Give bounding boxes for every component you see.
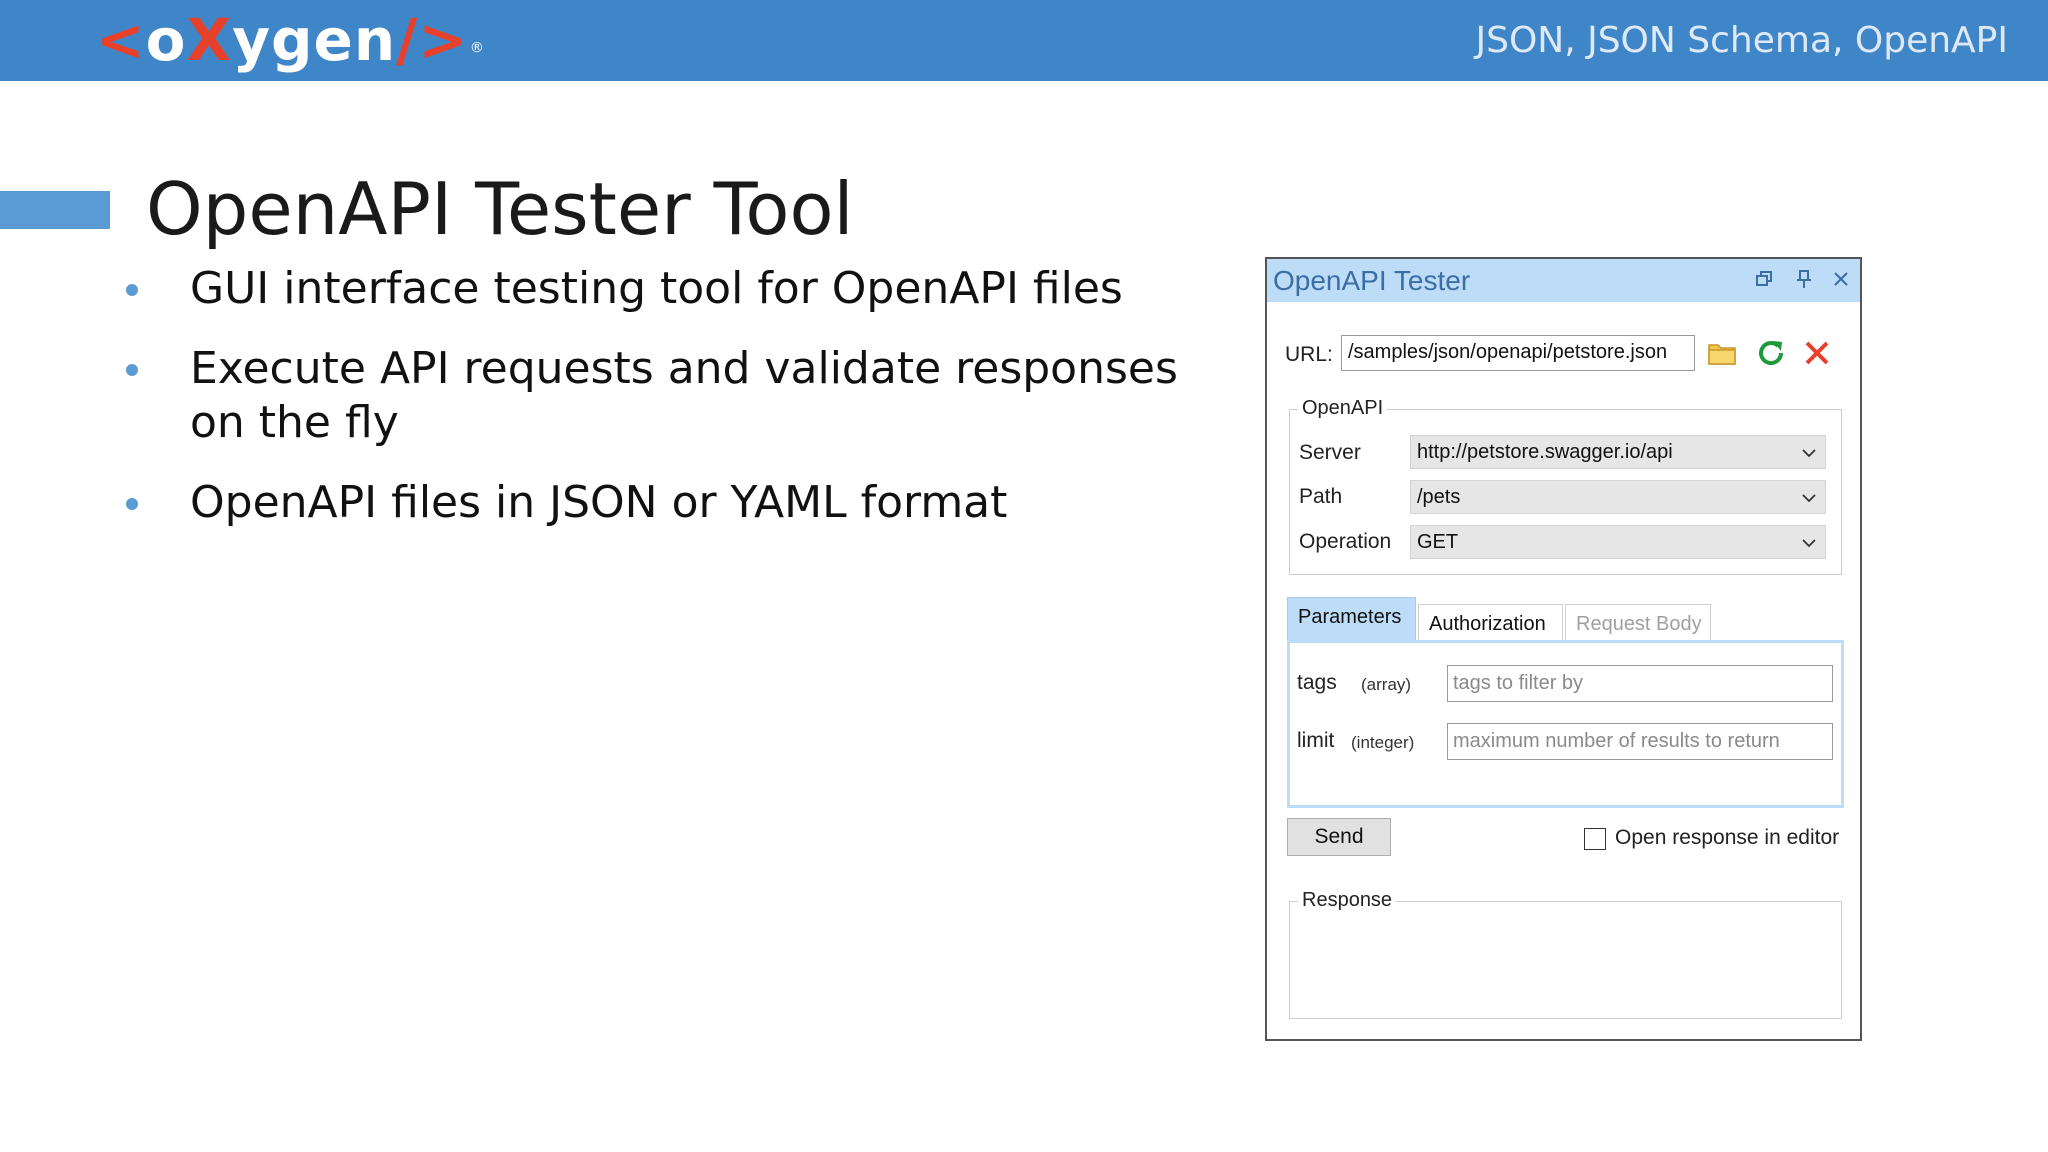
- server-select[interactable]: http://petstore.swagger.io/api: [1410, 435, 1826, 469]
- refresh-icon[interactable]: [1755, 337, 1787, 369]
- response-group-legend: Response: [1298, 889, 1397, 912]
- clear-icon[interactable]: [1803, 339, 1831, 367]
- close-icon[interactable]: [1829, 267, 1853, 291]
- tab-authorization[interactable]: Authorization: [1418, 604, 1563, 641]
- operation-label: Operation: [1299, 530, 1392, 553]
- limit-param-type: (integer): [1351, 733, 1415, 752]
- header-topic: JSON, JSON Schema, OpenAPI: [1475, 20, 2008, 61]
- bullet-list: GUI interface testing tool for OpenAPI f…: [110, 262, 1210, 556]
- oxygen-logo: <oXygen/> ®: [96, 6, 485, 74]
- operation-value: GET: [1417, 531, 1459, 553]
- bullet-dot-icon: [126, 284, 138, 296]
- open-response-checkbox[interactable]: [1584, 828, 1606, 850]
- tags-input[interactable]: tags to filter by: [1447, 665, 1833, 702]
- limit-param-name: limit: [1297, 729, 1335, 752]
- chevron-down-icon: [1802, 449, 1816, 458]
- path-value: /pets: [1417, 486, 1461, 508]
- chevron-down-icon: [1802, 539, 1816, 548]
- bullet-item: GUI interface testing tool for OpenAPI f…: [110, 262, 1210, 316]
- open-response-label[interactable]: Open response in editor: [1615, 826, 1839, 850]
- chevron-down-icon: [1802, 494, 1816, 503]
- path-label: Path: [1299, 485, 1343, 508]
- bullet-item: OpenAPI files in JSON or YAML format: [110, 476, 1210, 530]
- title-accent-bar: [0, 191, 110, 229]
- path-select[interactable]: /pets: [1410, 480, 1826, 514]
- openapi-tester-panel: OpenAPI Tester URL: /samples/json/openap…: [1265, 257, 1862, 1041]
- server-label: Server: [1299, 441, 1361, 464]
- restore-icon[interactable]: [1753, 267, 1777, 291]
- tab-parameters[interactable]: Parameters: [1287, 597, 1416, 641]
- folder-icon[interactable]: [1707, 339, 1737, 367]
- limit-input[interactable]: maximum number of results to return: [1447, 723, 1833, 760]
- slide-title: OpenAPI Tester Tool: [146, 167, 854, 251]
- bullet-dot-icon: [126, 498, 138, 510]
- panel-title: OpenAPI Tester: [1273, 265, 1471, 296]
- pin-icon[interactable]: [1792, 267, 1816, 291]
- url-label: URL:: [1285, 343, 1333, 366]
- panel-titlebar: OpenAPI Tester: [1267, 259, 1860, 302]
- bullet-dot-icon: [126, 364, 138, 376]
- response-group: Response: [1289, 889, 1842, 1019]
- tab-request-body[interactable]: Request Body: [1565, 604, 1711, 641]
- server-value: http://petstore.swagger.io/api: [1417, 441, 1673, 463]
- tags-param-type: (array): [1361, 675, 1412, 694]
- openapi-group-legend: OpenAPI: [1298, 397, 1388, 420]
- url-field[interactable]: /samples/json/openapi/petstore.json: [1341, 335, 1695, 371]
- bullet-item: Execute API requests and validate respon…: [110, 342, 1210, 450]
- operation-select[interactable]: GET: [1410, 525, 1826, 559]
- send-button[interactable]: Send: [1287, 818, 1391, 856]
- tags-param-name: tags: [1297, 671, 1337, 694]
- header-band: <oXygen/> ® JSON, JSON Schema, OpenAPI: [0, 0, 2048, 81]
